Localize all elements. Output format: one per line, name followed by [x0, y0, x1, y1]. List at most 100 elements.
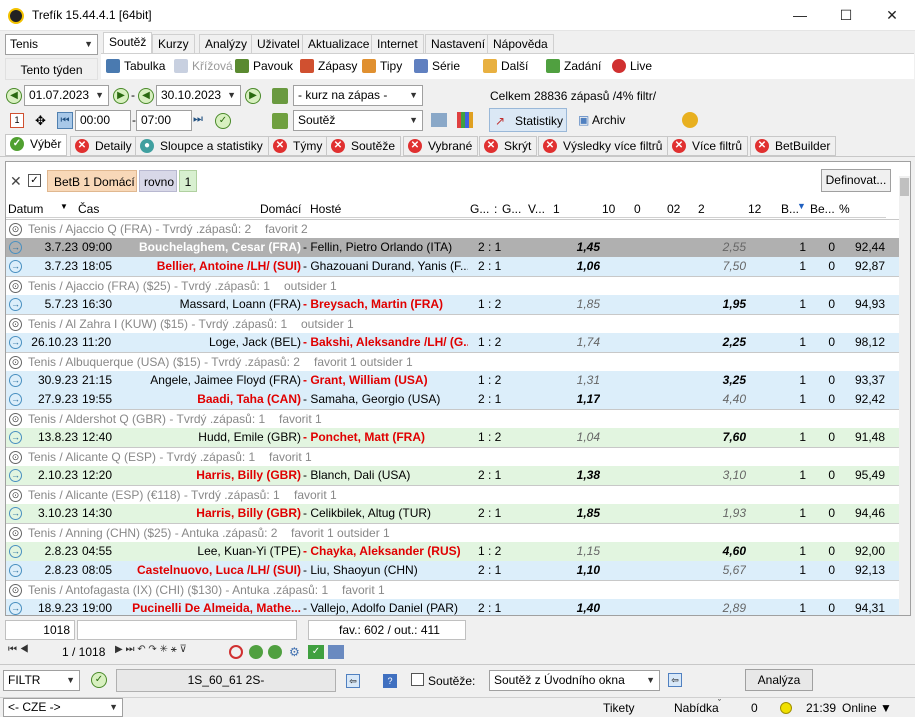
arrow-right-icon[interactable]: →: [9, 602, 22, 615]
arrow-in2-icon[interactable]: ⇦: [668, 673, 682, 687]
col-hoste[interactable]: Hosté: [310, 202, 341, 216]
remove-filter-icon[interactable]: ✕: [10, 173, 22, 190]
refresh-icon[interactable]: [272, 88, 288, 104]
tab-vybrane[interactable]: ✕ Vybrané: [403, 136, 479, 156]
next-date-icon[interactable]: ▶: [113, 88, 129, 104]
prev-date-icon[interactable]: ◀: [6, 88, 22, 104]
tab-uzivatel[interactable]: Uživatel: [251, 34, 306, 53]
nabidka-label[interactable]: Nabídka: [674, 701, 719, 715]
tab-detaily[interactable]: ✕ Detaily: [70, 136, 138, 156]
table-row[interactable]: → 3.10.23 14:30 Harris, Billy (GBR) - Celikb…: [6, 504, 899, 523]
table-row[interactable]: → 2.8.23 08:05 Castelnuovo, Luca /LH/ (SUI)…: [6, 561, 899, 580]
col-12[interactable]: 12: [748, 202, 761, 216]
group-row[interactable]: ⊙ Tenis / Al Zahra I (KUW) ($15) - Tvrdý …: [6, 314, 899, 333]
col-2[interactable]: 2: [698, 202, 705, 216]
refresh-green2-icon[interactable]: [268, 645, 282, 659]
analyza-button[interactable]: Analýza: [745, 669, 813, 691]
expand-icon[interactable]: ⊙: [9, 527, 22, 540]
col-domaci[interactable]: Domácí: [260, 202, 301, 216]
table-row[interactable]: → 18.9.23 19:00 Pucinelli De Almeida, Mathe…: [6, 599, 899, 615]
export-icon[interactable]: [328, 645, 344, 659]
tab-aktualizace[interactable]: Aktualizace: [302, 34, 376, 53]
table-row[interactable]: → 27.9.23 19:55 Baadi, Taha (CAN) - Samaha, …: [6, 390, 899, 409]
serie-button[interactable]: Série: [414, 58, 460, 75]
expand-icon[interactable]: ⊙: [9, 318, 22, 331]
refresh-green-icon[interactable]: [249, 645, 263, 659]
table-row[interactable]: → 2.10.23 12:20 Harris, Billy (GBR) - Blanch…: [6, 466, 899, 485]
tab-analyzy[interactable]: Analýzy: [199, 34, 254, 53]
week-button[interactable]: Tento týden: [5, 58, 98, 80]
table-row[interactable]: → 3.7.23 09:00 Bouchelaghem, Cesar (FRA) - F…: [6, 238, 899, 257]
tab-vysledky[interactable]: ✕ Výsledky více filtrů: [538, 136, 669, 156]
archiv-button[interactable]: ▣ Archiv: [578, 113, 625, 127]
expand-icon[interactable]: ⊙: [9, 489, 22, 502]
close-button[interactable]: ✕: [869, 0, 915, 31]
arrow-right-icon[interactable]: →: [9, 564, 22, 577]
date-from-input[interactable]: 01.07.2023 ▼: [24, 85, 109, 106]
online-status[interactable]: Online ▼: [842, 701, 892, 715]
col-pct[interactable]: %: [839, 202, 850, 216]
stop-icon[interactable]: [229, 645, 243, 659]
arrow-right-icon[interactable]: →: [9, 545, 22, 558]
definovat-button[interactable]: Definovat...: [821, 169, 891, 192]
tab-napoveda[interactable]: Nápověda: [487, 34, 554, 53]
next-date2-icon[interactable]: ▶: [245, 88, 261, 104]
confirm-icon[interactable]: ✓: [215, 113, 231, 129]
tab-nastaveni[interactable]: Nastavení: [425, 34, 492, 53]
group-row[interactable]: ⊙ Tenis / Albuquerque (USA) ($15) - Tvrdý…: [6, 352, 899, 371]
soutez-select[interactable]: Soutěž ▼: [293, 110, 423, 131]
scrollbar-thumb[interactable]: [900, 178, 909, 196]
filter-code[interactable]: 1S_60_61 2S-: [116, 669, 336, 692]
arrow-right-icon[interactable]: →: [9, 469, 22, 482]
help-icon[interactable]: ?: [383, 674, 397, 688]
group-row[interactable]: ⊙ Tenis / Ajaccio (FRA) ($25) - Tvrdý .zá…: [6, 276, 899, 295]
dalsi-button[interactable]: Další: [483, 58, 528, 75]
move-icon[interactable]: ✥: [35, 113, 46, 129]
maximize-button[interactable]: ☐: [823, 0, 869, 31]
tab-internet[interactable]: Internet: [371, 34, 424, 53]
date-to-input[interactable]: 30.10.2023 ▼: [156, 85, 241, 106]
col-0[interactable]: 0: [634, 202, 641, 216]
group-row[interactable]: ⊙ Tenis / Ajaccio Q (FRA) - Tvrdý .zápasů…: [6, 219, 899, 238]
tab-kurzy[interactable]: Kurzy: [152, 34, 195, 53]
expand-icon[interactable]: ⊙: [9, 356, 22, 369]
col-10[interactable]: 10: [602, 202, 615, 216]
tab-vyber[interactable]: ✓ Výběr: [5, 134, 68, 156]
pager-first-icon[interactable]: ⏮ ◀: [8, 644, 29, 655]
table-row[interactable]: → 26.10.23 11:20 Loge, Jack (BEL) - Bakshi, …: [6, 333, 899, 352]
col-02[interactable]: 02: [667, 202, 680, 216]
tab-souteze[interactable]: ✕ Soutěže: [326, 136, 402, 156]
filtr-select[interactable]: FILTR ▼: [3, 670, 80, 691]
vertical-scrollbar[interactable]: [899, 176, 910, 615]
pavouk-button[interactable]: Pavouk: [235, 58, 293, 75]
chip-rovno[interactable]: rovno: [139, 170, 177, 192]
tab-tymy[interactable]: ✕ Týmy: [268, 136, 329, 156]
group-row[interactable]: ⊙ Tenis / Alicante Q (ESP) - Tvrdý .zápas…: [6, 447, 899, 466]
columns-icon[interactable]: [431, 113, 447, 127]
money-icon[interactable]: [682, 112, 698, 128]
expand-icon[interactable]: ⊙: [9, 223, 22, 236]
col-datum[interactable]: Datum: [8, 202, 43, 216]
group-row[interactable]: ⊙ Tenis / Antofagasta (IX) (CHI) ($130) -…: [6, 580, 899, 599]
expand-icon[interactable]: ⊙: [9, 451, 22, 464]
arrow-right-icon[interactable]: →: [9, 298, 22, 311]
arrow-right-icon[interactable]: →: [9, 507, 22, 520]
expand-icon[interactable]: ⊙: [9, 280, 22, 293]
group-row[interactable]: ⊙ Tenis / Anning (CHN) ($25) - Antuka .zá…: [6, 523, 899, 542]
zapasy-button[interactable]: Zápasy: [300, 58, 357, 75]
arrow-right-icon[interactable]: →: [9, 431, 22, 444]
filter-checkbox[interactable]: ✓: [28, 174, 41, 187]
tab-sloupce[interactable]: ● Sloupce a statistiky: [135, 136, 269, 156]
calendar-icon[interactable]: 1: [10, 113, 24, 128]
kurz-select[interactable]: - kurz na zápas - ▼: [293, 85, 423, 106]
table-row[interactable]: → 3.7.23 18:05 Bellier, Antoine /LH/ (SUI) -…: [6, 257, 899, 276]
col-cas[interactable]: Čas: [78, 202, 99, 216]
time-from-input[interactable]: 00:00: [75, 110, 131, 131]
check-box-icon[interactable]: ✓: [308, 645, 324, 659]
souteze-select[interactable]: Soutěž z Úvodního okna ▼: [489, 670, 660, 691]
statistiky-button[interactable]: ↗ Statistiky: [489, 108, 567, 132]
arrow-right-icon[interactable]: →: [9, 260, 22, 273]
arrow-right-icon[interactable]: →: [9, 374, 22, 387]
arrow-in-icon[interactable]: ⇦: [346, 674, 360, 688]
col-g2[interactable]: G...: [502, 202, 521, 216]
